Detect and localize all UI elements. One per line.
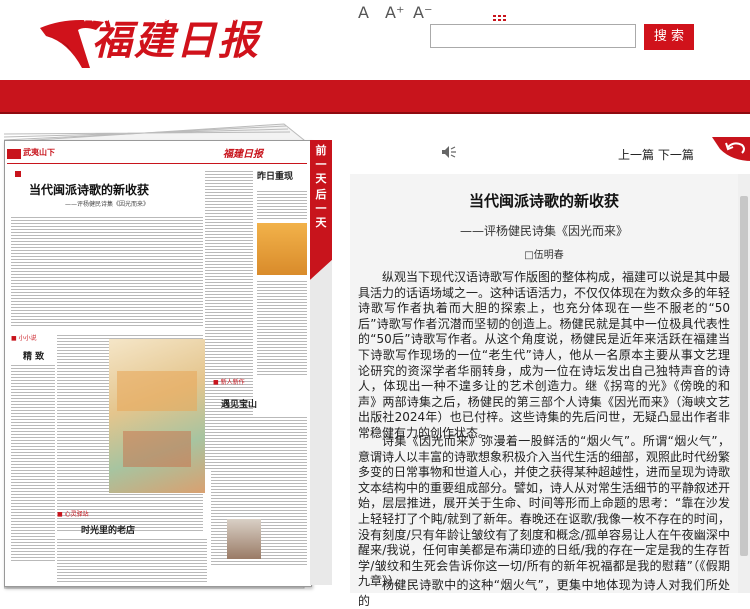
mini-portrait-photo <box>227 519 261 559</box>
chevron-down-icon[interactable]: ▾ <box>258 0 263 32</box>
article-subtitle: ——评杨健民诗集《因光而来》 <box>459 224 628 238</box>
return-arrow-icon[interactable] <box>712 137 750 161</box>
prev-day-tab[interactable]: 前一天 <box>314 144 328 186</box>
article-paragraph: 纵观当下现代汉语诗歌写作版图的整体构成，福建可以说是其中最具活力的话语场域之一。… <box>358 270 731 440</box>
section-marker <box>7 149 21 159</box>
nav-layout-overview[interactable]: 版面概览 <box>123 0 177 32</box>
article-author: □伍明春 <box>524 250 564 261</box>
calendar-icon[interactable] <box>490 7 510 25</box>
font-normal-button[interactable]: A <box>358 3 369 22</box>
newspaper-page-thumbnail[interactable]: 武夷山下 福建日报 当代闽派诗歌的新收获 ——评杨健民诗集《因光而来》 昨日重现… <box>4 140 312 587</box>
article-paragraph: 诗集《因光而来》弥漫着一股鲜活的“烟火气”。所谓“烟火气”，意谓诗人以丰富的诗歌… <box>358 434 731 589</box>
font-decrease-button[interactable]: A⁻ <box>413 3 432 22</box>
scrollbar-thumb[interactable] <box>740 196 748 556</box>
article-paragraph: 杨健民诗歌中的这种“烟火气”，更集中地体现为诗人对我们所处的 <box>358 578 730 608</box>
mini-box-heading-3: 昨日重现 <box>257 172 294 182</box>
nav-series-publications[interactable]: 系列报刊 <box>196 0 250 32</box>
issue-date: 2024年10月20日 星期日 <box>566 8 721 24</box>
mini-masthead: 福建日报 <box>223 149 263 160</box>
nav-home[interactable]: 首页 <box>82 0 109 32</box>
font-increase-button[interactable]: A⁺ <box>385 3 404 22</box>
mini-box-heading-2: 遇见宝山 <box>221 400 258 410</box>
section-name: 武夷山下 <box>23 148 55 157</box>
next-day-tab[interactable]: 后一天 <box>314 188 328 230</box>
mini-box-heading-1: 精 致 <box>23 352 45 362</box>
article-prev-next-links[interactable]: 上一篇 下一篇 <box>618 146 694 163</box>
nav-dongnan-net[interactable]: 东南网 <box>276 0 317 32</box>
article-title: 当代闽派诗歌的新收获 <box>468 192 619 210</box>
mini-illustration <box>109 339 205 493</box>
mini-headline[interactable]: 当代闽派诗歌的新收获 <box>29 181 149 198</box>
main-navbar <box>0 80 750 114</box>
mini-subhead: ——评杨健民诗集《因光而来》 <box>65 201 150 208</box>
mini-photo-flowers <box>257 223 307 275</box>
mini-bottom-heading: 时光里的老店 <box>81 526 136 536</box>
speaker-icon[interactable] <box>442 146 456 158</box>
